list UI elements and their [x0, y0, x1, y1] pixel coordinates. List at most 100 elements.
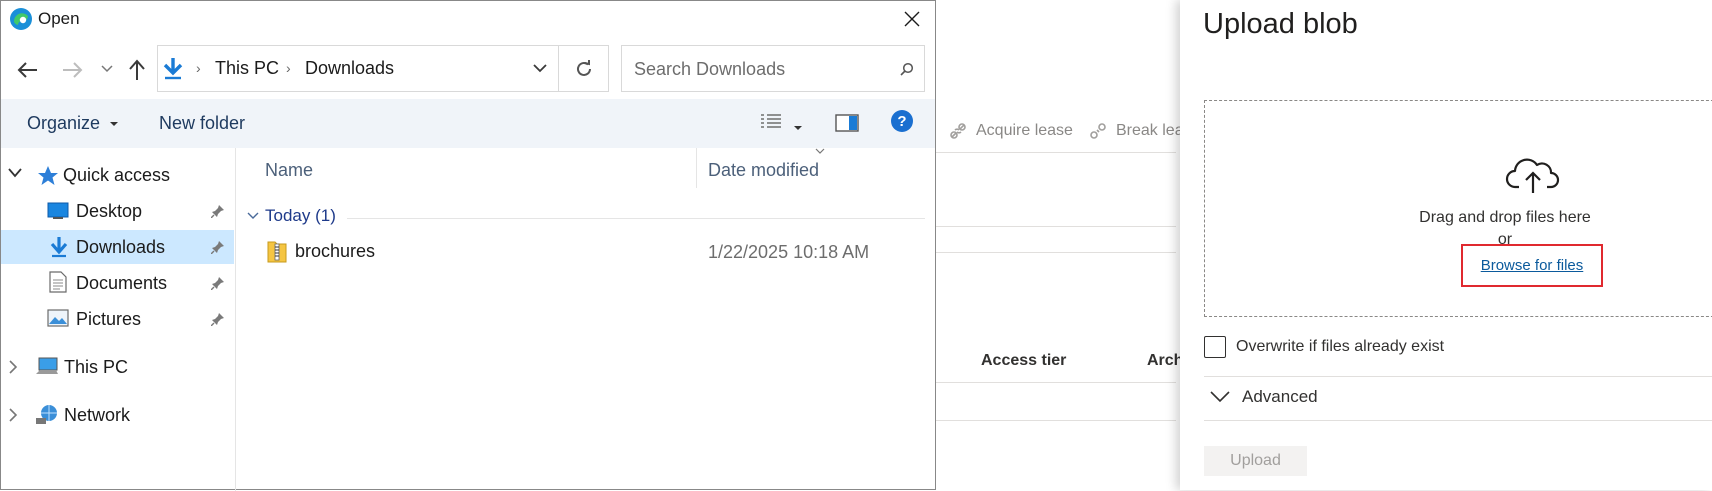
pin-icon[interactable] [211, 312, 225, 326]
arrow-right-icon [63, 62, 83, 78]
divider [936, 226, 1176, 227]
command-bar: Organize New folder ? [1, 99, 935, 148]
chevron-right-icon[interactable] [8, 360, 18, 374]
sidebar-item-label: Network [64, 405, 131, 425]
search-input[interactable] [632, 58, 882, 81]
sidebar-item-label: Pictures [76, 309, 142, 329]
download-arrow-icon [50, 237, 68, 258]
group-divider [347, 218, 925, 219]
date-modified-column-header[interactable]: Date modified [708, 160, 819, 181]
star-icon [38, 166, 58, 185]
close-button[interactable] [889, 1, 935, 37]
upload-blob-panel: Upload blob Drag and drop files here or … [1180, 0, 1712, 490]
open-file-dialog: Open › This PC › Downloads Org [0, 0, 936, 491]
sidebar-item-this-pc[interactable]: This PC [1, 350, 234, 384]
chevron-down-icon[interactable] [8, 168, 22, 178]
details-view-icon [761, 114, 781, 128]
browse-for-files-link[interactable]: Browse for files [1463, 246, 1601, 285]
computer-icon [36, 357, 58, 374]
name-column-header[interactable]: Name [265, 160, 313, 181]
group-label: Today (1) [265, 206, 336, 225]
table-row[interactable]: brochures 1/22/2025 10:18 AM [237, 234, 927, 270]
sidebar-item-quick-access[interactable]: Quick access [1, 158, 234, 192]
file-name: brochures [295, 241, 376, 261]
sidebar-item-label: Quick access [63, 165, 171, 185]
new-folder-button[interactable]: New folder [159, 113, 245, 134]
sidebar-item-network[interactable]: Network [1, 398, 234, 432]
sidebar-item-documents[interactable]: Documents [1, 266, 234, 300]
caret-down-icon [794, 126, 803, 130]
upload-button[interactable]: Upload [1204, 446, 1307, 476]
pin-icon[interactable] [211, 276, 225, 290]
column-separator[interactable] [696, 148, 697, 188]
refresh-icon [576, 59, 591, 76]
help-icon[interactable]: ? [890, 109, 914, 133]
arrow-left-icon [17, 62, 37, 78]
advanced-section-toggle[interactable]: Advanced [1210, 387, 1318, 407]
view-options-button[interactable] [759, 113, 803, 136]
acquire-lease-label: Acquire lease [976, 122, 1073, 139]
search-box[interactable] [621, 45, 925, 92]
file-list-pane: Name Date modified Today (1) brochures 1… [237, 148, 935, 491]
acquire-lease-command[interactable]: Acquire lease [948, 121, 1073, 141]
sidebar-item-label: Downloads [76, 237, 166, 257]
link-icon [950, 123, 966, 139]
chevron-down-icon[interactable] [533, 64, 547, 73]
sidebar-item-downloads[interactable]: Downloads [1, 230, 234, 264]
zip-folder-icon [267, 241, 287, 263]
sidebar-item-label: Documents [76, 273, 168, 293]
archive-column-header[interactable]: Arch [1147, 352, 1183, 370]
background-portal: Acquire lease Break lea Access tier Arch [936, 0, 1184, 490]
break-lease-label: Break lea [1116, 122, 1184, 139]
overwrite-label: Overwrite if files already exist [1236, 338, 1445, 355]
sidebar-item-desktop[interactable]: Desktop [1, 194, 234, 228]
chevron-down-icon [1210, 391, 1230, 403]
pictures-icon [47, 309, 69, 327]
breadcrumb-separator[interactable]: › [196, 60, 201, 76]
divider [936, 152, 1176, 153]
dialog-title: Open [38, 9, 80, 28]
pin-icon[interactable] [211, 204, 225, 218]
close-icon [904, 11, 920, 27]
sidebar-item-pictures[interactable]: Pictures [1, 302, 234, 336]
edge-browser-icon [10, 8, 32, 30]
file-drop-zone[interactable]: Drag and drop files here or Browse for f… [1204, 100, 1712, 317]
sidebar-item-label: Desktop [76, 201, 143, 221]
or-text: or [1497, 231, 1513, 248]
overwrite-checkbox[interactable] [1204, 336, 1226, 358]
file-date-modified: 1/22/2025 10:18 AM [708, 242, 870, 262]
organize-label: Organize [27, 113, 101, 133]
address-bar[interactable]: › This PC › Downloads [157, 45, 559, 92]
arrow-up-icon [129, 59, 145, 80]
drag-drop-text: Drag and drop files here [1419, 209, 1591, 226]
panel-title: Upload blob [1203, 8, 1358, 40]
up-button[interactable] [125, 56, 149, 84]
pin-icon[interactable] [211, 240, 225, 254]
chevron-down-icon [101, 65, 113, 73]
preview-pane-icon[interactable] [835, 113, 859, 133]
back-button[interactable] [15, 57, 41, 83]
desktop-icon [47, 202, 69, 219]
overwrite-option[interactable]: Overwrite if files already exist [1204, 336, 1444, 358]
chevron-right-icon[interactable] [8, 408, 18, 422]
refresh-button[interactable] [559, 45, 609, 92]
recent-locations-button[interactable] [99, 61, 115, 77]
access-tier-column-header[interactable]: Access tier [981, 352, 1066, 370]
documents-icon [49, 271, 67, 293]
breadcrumb-downloads[interactable]: Downloads [305, 58, 394, 79]
svg-text:?: ? [897, 113, 906, 130]
sort-indicator-icon [815, 148, 825, 154]
browse-highlight-box: Browse for files [1461, 244, 1603, 287]
broken-link-icon [1090, 123, 1106, 139]
search-icon[interactable] [900, 62, 914, 76]
group-header-today[interactable]: Today (1) [247, 206, 336, 226]
breadcrumb-separator[interactable]: › [286, 60, 291, 76]
breadcrumb-this-pc[interactable]: This PC [215, 58, 279, 79]
break-lease-command[interactable]: Break lea [1088, 121, 1184, 141]
organize-button[interactable]: Organize [27, 113, 119, 134]
caret-down-icon [110, 122, 119, 127]
advanced-label: Advanced [1242, 387, 1318, 406]
forward-button[interactable] [59, 57, 85, 83]
divider [936, 420, 1176, 421]
sidebar-item-label: This PC [64, 357, 129, 377]
